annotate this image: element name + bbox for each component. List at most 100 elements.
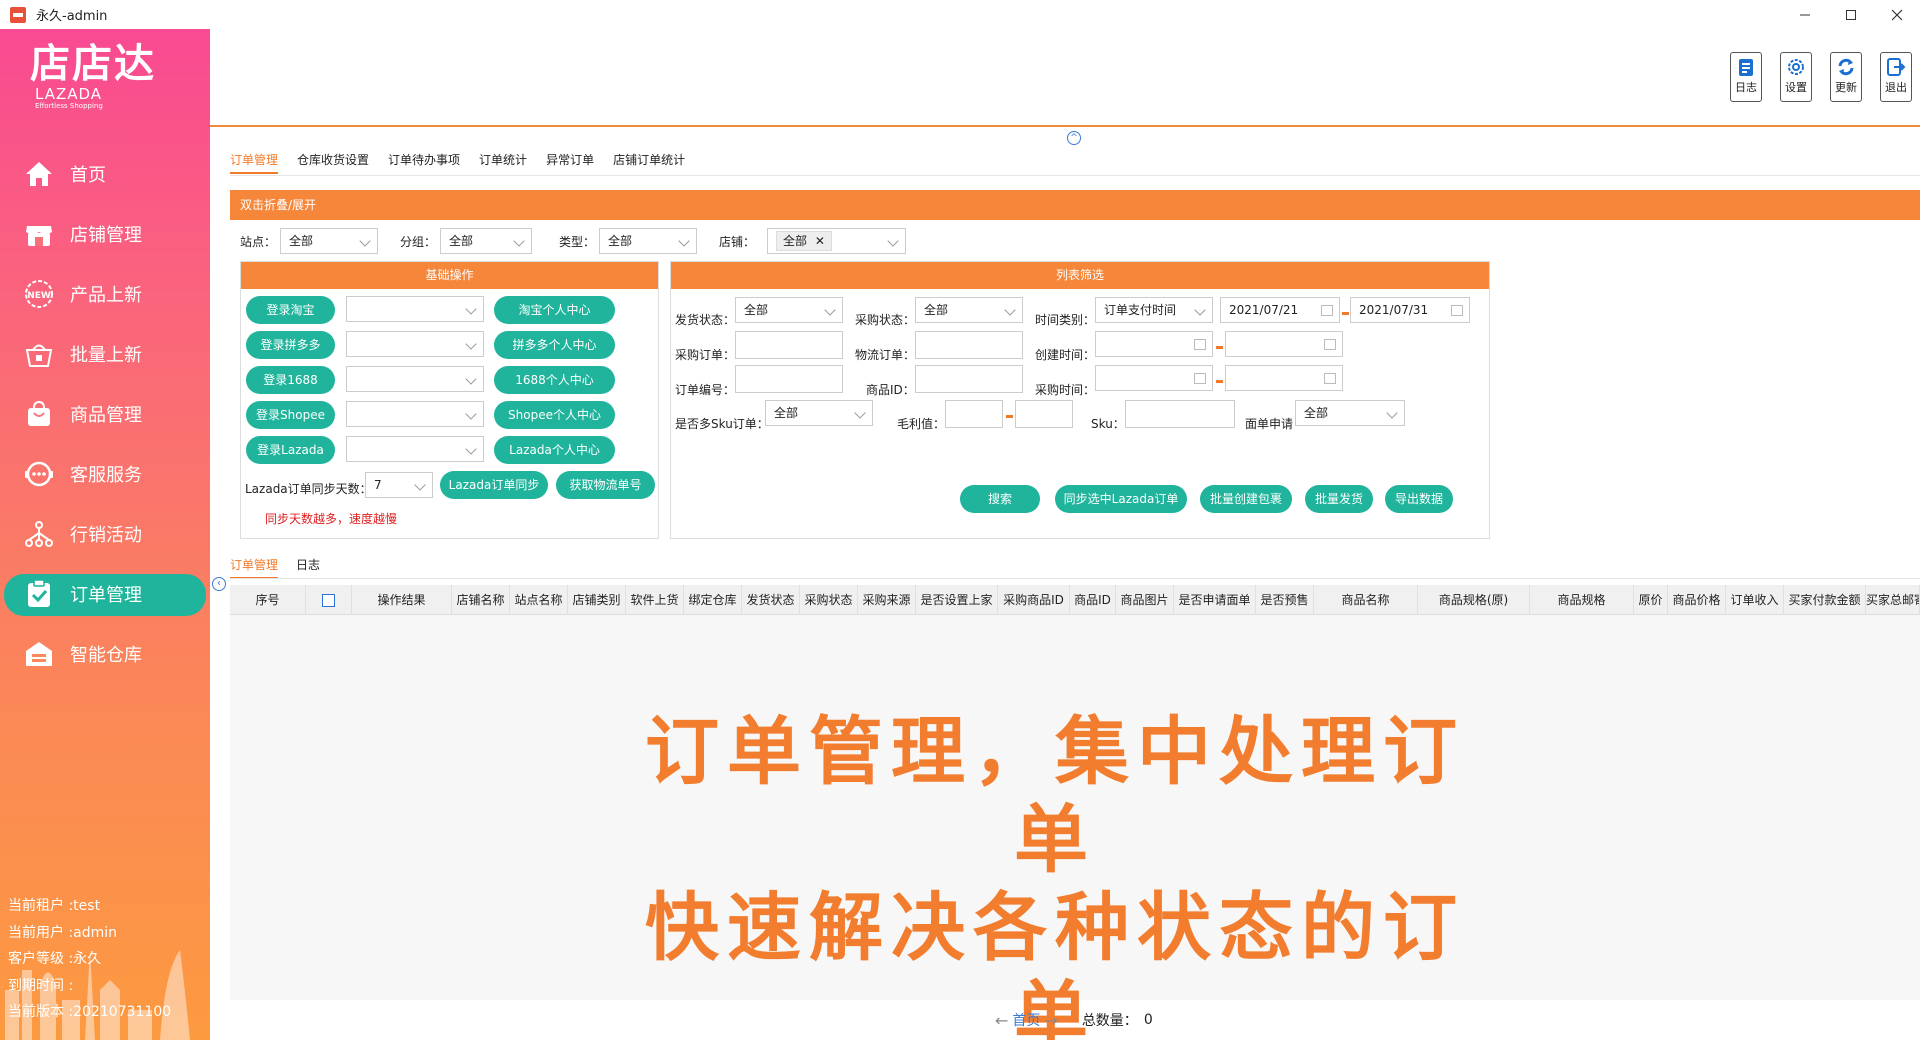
sidebar-item-products[interactable]: 商品管理 [0,384,210,444]
tab-order-grid[interactable]: 订单管理 [230,556,279,579]
update-button[interactable]: 更新 [1830,52,1862,102]
column-header[interactable]: 店铺类别 [568,585,626,615]
fold-toggle-bar[interactable]: 双击折叠/展开 [230,190,1920,220]
settings-button[interactable]: 设置 [1780,52,1812,102]
sidebar-item-batch-new[interactable]: 批量上新 [0,324,210,384]
shopee-center-button[interactable]: Shopee个人中心 [494,401,615,429]
batch-ship-button[interactable]: 批量发货 [1305,485,1373,513]
close-button[interactable] [1874,0,1920,29]
search-button[interactable]: 搜索 [960,485,1040,513]
column-header[interactable]: 采购商品ID [998,585,1070,615]
next-page-icon[interactable]: → [1044,1011,1057,1030]
pinduoduo-account-select[interactable] [346,331,484,357]
margin-min-input[interactable] [945,400,1003,428]
tab-shop-order-stats[interactable]: 店铺订单统计 [613,151,685,174]
column-header[interactable]: 是否设置上家 [916,585,998,615]
1688-account-select[interactable] [346,366,484,392]
order-no-input[interactable] [735,365,843,393]
login-pinduoduo-button[interactable]: 登录拼多多 [246,331,335,359]
sidebar-item-new-products[interactable]: NEW 产品上新 [0,264,210,324]
sidebar-item-warehouse[interactable]: 智能仓库 [0,624,210,684]
column-header[interactable]: 商品ID [1070,585,1116,615]
column-header[interactable]: 买家总邮寄费 [1866,585,1920,615]
date-to-input[interactable]: 2021/07/31 [1350,297,1470,323]
lazada-account-select[interactable] [346,436,484,462]
time-type-select[interactable]: 订单支付时间 [1095,297,1213,323]
collapse-up-button[interactable]: ^ [1067,131,1081,145]
column-header[interactable]: 发货状态 [742,585,800,615]
log-button[interactable]: 日志 [1730,52,1762,102]
create-time-from-input[interactable] [1095,331,1213,357]
shopee-account-select[interactable] [346,401,484,427]
lazada-center-button[interactable]: Lazada个人中心 [494,436,615,464]
login-taobao-button[interactable]: 登录淘宝 [246,296,335,324]
tab-warehouse-receipt[interactable]: 仓库收货设置 [297,151,369,174]
taobao-account-select[interactable] [346,296,484,322]
sidebar-item-home[interactable]: 首页 [0,144,210,204]
column-header[interactable]: 采购状态 [800,585,858,615]
taobao-center-button[interactable]: 淘宝个人中心 [494,296,615,324]
fetch-tracking-button[interactable]: 获取物流单号 [556,471,655,499]
batch-create-package-button[interactable]: 批量创建包裹 [1200,485,1292,513]
exit-button[interactable]: 退出 [1880,52,1912,102]
login-1688-button[interactable]: 登录1688 [246,366,335,394]
column-header[interactable]: 商品价格 [1668,585,1726,615]
sidebar-collapse-button[interactable]: ‹ [212,577,226,591]
pinduoduo-center-button[interactable]: 拼多多个人中心 [494,331,615,359]
sidebar-item-marketing[interactable]: 行销活动 [0,504,210,564]
export-data-button[interactable]: 导出数据 [1385,485,1453,513]
column-header[interactable]: 订单收入 [1726,585,1784,615]
type-select[interactable]: 全部 [599,228,698,254]
tab-order-todo[interactable]: 订单待办事项 [388,151,460,174]
multi-sku-select[interactable]: 全部 [765,400,873,426]
lazada-order-sync-button[interactable]: Lazada订单同步 [440,471,548,499]
tab-abnormal-orders[interactable]: 异常订单 [546,151,594,174]
column-header[interactable]: 买家付款金额 [1784,585,1866,615]
logistics-order-input[interactable] [915,331,1023,359]
select-all-checkbox[interactable] [322,594,335,607]
select-all-header[interactable] [306,585,352,615]
column-header[interactable]: 商品规格 [1530,585,1634,615]
column-header[interactable]: 软件上货 [626,585,684,615]
group-select[interactable]: 全部 [440,228,533,254]
purchase-time-from-input[interactable] [1095,365,1213,391]
waybill-select[interactable]: 全部 [1295,400,1405,426]
column-header[interactable]: 序号 [230,585,306,615]
column-header[interactable]: 采购来源 [858,585,916,615]
purchase-order-input[interactable] [735,331,843,359]
column-header[interactable]: 站点名称 [510,585,568,615]
maximize-button[interactable] [1828,0,1874,29]
date-from-input[interactable]: 2021/07/21 [1220,297,1340,323]
sidebar-item-customer-service[interactable]: 客服服务 [0,444,210,504]
login-lazada-button[interactable]: 登录Lazada [246,436,335,464]
sync-selected-lazada-button[interactable]: 同步选中Lazada订单 [1055,485,1187,513]
first-page-link[interactable]: 首页 [1012,1010,1040,1030]
sidebar-item-store[interactable]: 店铺管理 [0,204,210,264]
login-shopee-button[interactable]: 登录Shopee [246,401,335,429]
product-id-input[interactable] [915,365,1023,393]
column-header[interactable]: 操作结果 [352,585,452,615]
margin-max-input[interactable] [1015,400,1073,428]
prev-page-icon[interactable]: ← [995,1011,1008,1030]
create-time-to-input[interactable] [1225,331,1343,357]
1688-center-button[interactable]: 1688个人中心 [494,366,615,394]
tab-log[interactable]: 日志 [296,556,320,579]
column-header[interactable]: 是否申请面单 [1174,585,1256,615]
purchase-time-to-input[interactable] [1225,365,1343,391]
sku-input[interactable] [1125,400,1235,428]
column-header[interactable]: 商品规格(原) [1418,585,1530,615]
purchase-status-select[interactable]: 全部 [915,297,1023,323]
column-header[interactable]: 商品图片 [1116,585,1174,615]
minimize-button[interactable] [1782,0,1828,29]
column-header[interactable]: 原价 [1634,585,1668,615]
column-header[interactable]: 店铺名称 [452,585,510,615]
sidebar-item-orders[interactable]: 订单管理 [0,564,210,624]
column-header[interactable]: 绑定仓库 [684,585,742,615]
tab-order-stats[interactable]: 订单统计 [479,151,527,174]
column-header[interactable]: 商品名称 [1314,585,1418,615]
shop-select[interactable]: 全部 ✕ [767,228,907,254]
tab-order-management[interactable]: 订单管理 [230,151,279,174]
site-select[interactable]: 全部 [280,228,379,254]
sync-days-select[interactable]: 7 [365,472,433,498]
remove-tag-icon[interactable]: ✕ [815,234,825,248]
